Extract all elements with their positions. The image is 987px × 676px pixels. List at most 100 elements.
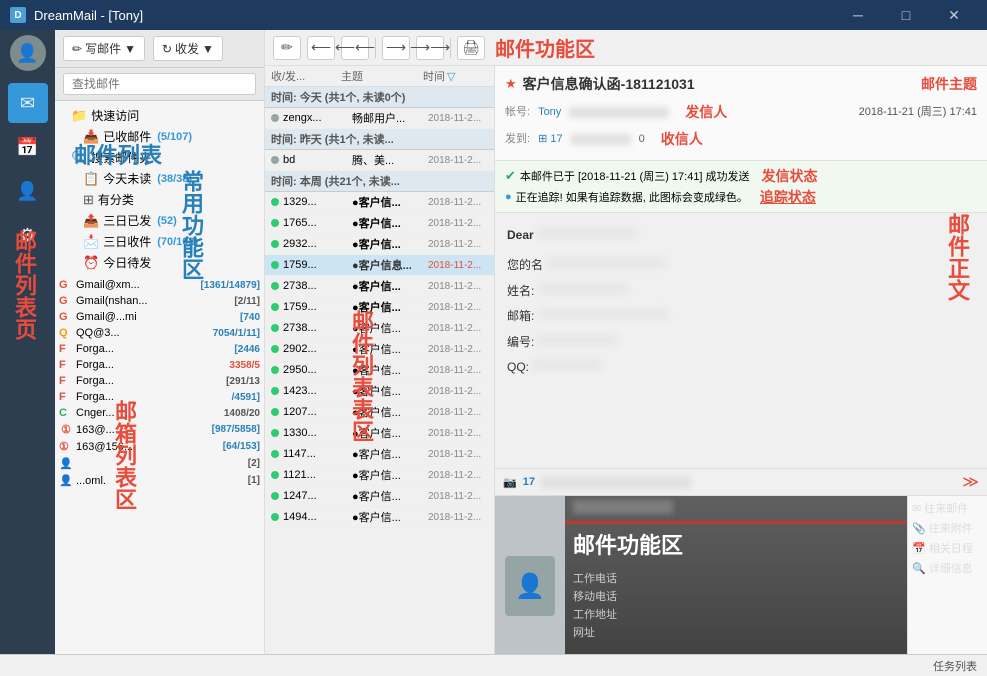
email-toolbar-compose[interactable]: ✏ [273,36,301,60]
sidebar-item-settings[interactable]: ⚙ [8,215,48,255]
contact-avatar: 👤 [495,496,565,676]
account-gmail-2[interactable]: G Gmail(nshan... [2/11] [55,293,264,309]
folder-categorized[interactable]: ⊞ 有分类 [55,189,264,210]
status-dot [271,513,279,521]
account-qq[interactable]: Q QQ@3... 7054/1/11] [55,325,264,341]
status-dot [271,471,279,479]
compose-button[interactable]: ✏ 写邮件 ▼ [63,36,145,61]
list-item[interactable]: 2738... ●客户信... 2018-11-2... [265,276,494,297]
status-dot [271,219,279,227]
calendar-icon: 📅 [912,542,926,555]
list-item[interactable]: bd 腾、美... 2018-11-2... [265,150,494,171]
close-button[interactable]: ✕ [931,0,977,30]
sidebar-item-mail[interactable]: ✉ [8,83,48,123]
email-toolbar-forward[interactable]: ⟶ [382,36,410,60]
mail-list-header: 收/发... 主题 时间 ▽ [265,66,494,87]
list-item[interactable]: 1759... ●客户信息... 2018-11-2... [265,255,494,276]
track-annotation: 追踪状态 [760,187,816,207]
account-forga-1[interactable]: F Forga... [2446 [55,341,264,357]
list-item[interactable]: 1121... ●客户信... 2018-11-2... [265,465,494,486]
minimize-button[interactable]: ─ [835,0,881,30]
status-dot [271,492,279,500]
folder-three-day-recv[interactable]: 📩 三日收件 (70/102) [55,231,264,252]
account-163-2[interactable]: ① 163@156... [64/153] [55,438,264,455]
body-annotation: 邮件正文 [937,213,977,301]
action-attachments[interactable]: 📎 往来附件 [912,520,983,536]
list-item[interactable]: 1423... ●客户信... 2018-11-2... [265,381,494,402]
contact-info-panel: 邮件功能区 工作电话 移动电话 [565,496,907,676]
recipient-annotation: 收信人 [661,127,703,152]
compose-dropdown-icon[interactable]: ▼ [124,42,136,56]
app-title: DreamMail - [Tony] [34,8,143,23]
account-gmail-1[interactable]: G Gmail@xm... [1361/14879] [55,277,264,293]
status-dot [271,450,279,458]
folder-search[interactable]: 🔍 搜索邮件夹 [55,147,264,168]
track-status-text: 正在追踪! 如果有追踪数据, 此图标会变成绿色。 [516,189,748,205]
action-details[interactable]: 🔍 详细信息 [912,560,983,576]
email-read-toolbar: ✏ ⟵ ⟵⟵ ⟶ ⟶⟶ 🖨 邮件功能区 [265,30,987,66]
sender-annotation: 发信人 [685,100,727,125]
list-item[interactable]: 2738... ●客户信... 2018-11-2... [265,318,494,339]
list-item[interactable]: zengx... 畅邮用户... 2018-11-2... [265,108,494,129]
account-cnger[interactable]: C Cnger... 1408/20 [55,405,264,421]
main-toolbar: ✏ 写邮件 ▼ ↻ 收发 ▼ [55,30,264,68]
list-item[interactable]: 1329... ●客户信... 2018-11-2... [265,192,494,213]
contact-expand-icon[interactable]: ≫ [962,472,979,492]
list-item[interactable]: 2950... ●客户信... 2018-11-2... [265,360,494,381]
email-toolbar-more[interactable]: ⟶⟶ [416,36,444,60]
account-user-2[interactable]: 👤 ...oml. [1] [55,472,264,489]
receive-button[interactable]: ↻ 收发 ▼ [153,36,223,61]
contact-func-label: 邮件功能区 [565,524,907,564]
list-item[interactable]: 1247... ●客户信... 2018-11-2... [265,486,494,507]
list-item[interactable]: 2902... ●客户信... 2018-11-2... [265,339,494,360]
search-input[interactable] [63,73,256,95]
account-forga-4[interactable]: F Forga... /4591] [55,389,264,405]
sent-icon: 📤 [83,213,99,229]
folder-icon: 📁 [71,108,87,124]
titlebar: D DreamMail - [Tony] ─ □ ✕ [0,0,987,30]
list-item[interactable]: 1207... ●客户信... 2018-11-2... [265,402,494,423]
email-header: ★ 客户信息确认函-181121031 邮件主题 帐号: Tony 发信人 20… [495,66,987,161]
maximize-button[interactable]: □ [883,0,929,30]
contact-body: 👤 邮件功能区 [495,496,987,676]
folder-today-pending[interactable]: ⏰ 今日待发 [55,252,264,273]
action-calendar[interactable]: 📅 相关日程 [912,540,983,556]
action-incoming-mail[interactable]: ✉ 往来邮件 [912,500,983,516]
today-icon: 📋 [83,171,99,187]
list-item[interactable]: 1494... ●客户信... 2018-11-2... [265,507,494,528]
account-user-1[interactable]: 👤 [2] [55,455,264,472]
status-dot [271,198,279,206]
track-icon: ● [505,191,512,203]
sidebar-item-calendar[interactable]: 📅 [8,127,48,167]
contact-area: 📷 17 ≫ 👤 [495,468,987,676]
status-dot [271,114,279,122]
folder-quick-access[interactable]: 📁 快速访问 [55,105,264,126]
account-forga-2[interactable]: F Forga... 3358/5 [55,357,264,373]
folder-sent[interactable]: 📥 已收邮件 (5/107) [55,126,264,147]
email-toolbar-reply-all[interactable]: ⟵⟵ [341,36,369,60]
list-item[interactable]: 1147... ●客户信... 2018-11-2... [265,444,494,465]
pending-icon: ⏰ [83,255,99,271]
account-gmail-3[interactable]: G Gmail@...mi [740 [55,309,264,325]
toolbar-sep-2 [450,38,451,58]
col-time-header: 时间 ▽ [423,68,488,84]
folder-today-unread[interactable]: 📋 今天未读 (38/38) [55,168,264,189]
account-163-1[interactable]: ① 163@... [987/5858] [55,421,264,438]
status-dot [271,303,279,311]
email-toolbar-back[interactable]: ⟵ [307,36,335,60]
list-item[interactable]: 2932... ●客户信... 2018-11-2... [265,234,494,255]
receive-dropdown-icon[interactable]: ▼ [202,42,214,56]
account-forga-3[interactable]: F Forga... [291/13 [55,373,264,389]
contact-icon: 📷 [503,476,517,489]
contact-actions: ✉ 往来邮件 📎 往来附件 📅 相关日程 [907,496,987,676]
list-item[interactable]: 1765... ●客户信... 2018-11-2... [265,213,494,234]
sort-icon[interactable]: ▽ [447,70,455,83]
status-dot [271,240,279,248]
folder-three-day-sent[interactable]: 📤 三日已发 (52) [55,210,264,231]
status-dot [271,387,279,395]
list-item[interactable]: 1330... ●客户信... 2018-11-2... [265,423,494,444]
email-toolbar-print[interactable]: 🖨 [457,36,485,60]
toolbar-sep-1 [375,38,376,58]
sidebar-item-contacts[interactable]: 👤 [8,171,48,211]
list-item[interactable]: 1759... ●客户信... 2018-11-2... [265,297,494,318]
